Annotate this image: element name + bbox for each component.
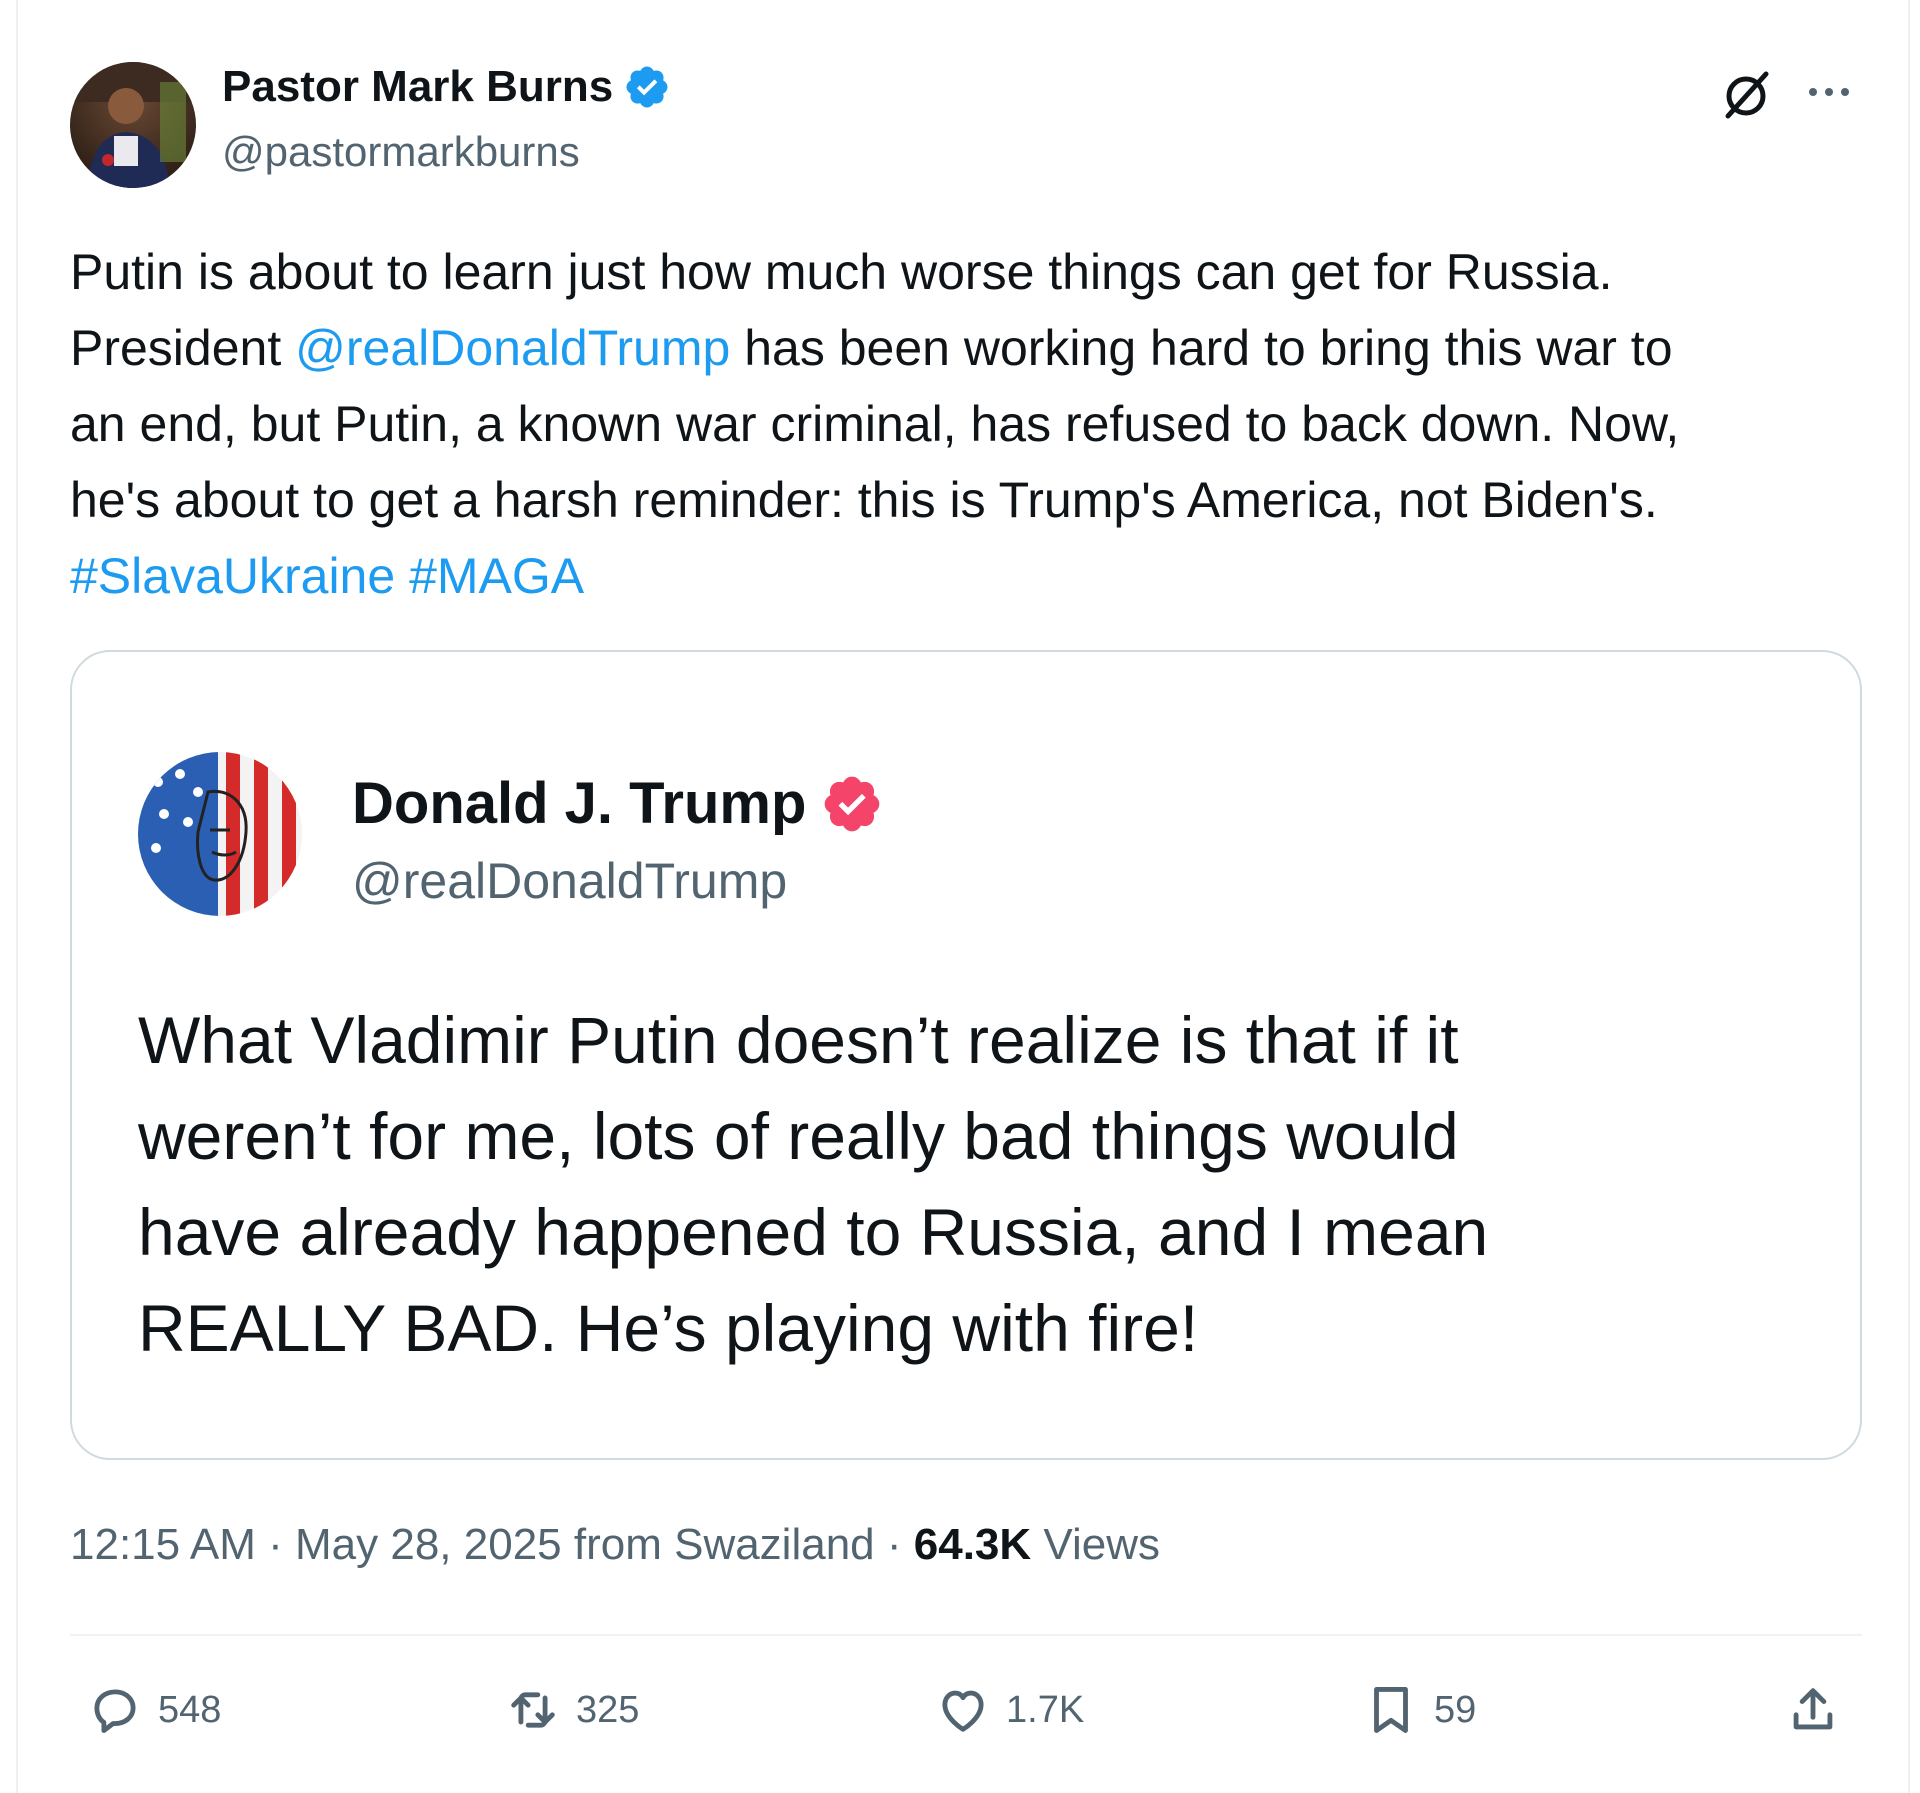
quoted-author-name-text: Donald J. Trump [352, 771, 807, 836]
author-name[interactable]: Pastor Mark Burns [222, 62, 671, 112]
like-button[interactable]: 1.7K [934, 1680, 1084, 1740]
like-icon [942, 1690, 984, 1732]
divider [70, 1634, 1862, 1636]
tweet-line: an end, but Putin, a known war criminal,… [70, 386, 1870, 462]
repost-count: 325 [576, 1688, 640, 1731]
views-label: Views [1031, 1520, 1160, 1569]
reply-icon [94, 1689, 136, 1733]
right-border [1908, 0, 1910, 1793]
tweet-line: he's about to get a harsh reminder: this… [70, 462, 1870, 538]
quoted-text-line: What Vladimir Putin doesn’t realize is t… [138, 1003, 1459, 1077]
tweet-line: Putin is about to learn just how much wo… [70, 234, 1870, 310]
quoted-text-line: REALLY BAD. He’s playing with fire! [138, 1291, 1199, 1365]
tweet-text-segment: Putin is about to learn just how much wo… [70, 244, 1613, 300]
left-border [16, 0, 18, 1793]
author-avatar[interactable] [70, 62, 196, 188]
mention-link[interactable]: @realDonaldTrump [295, 320, 730, 376]
repost-button[interactable]: 325 [504, 1680, 639, 1740]
quoted-author-avatar[interactable] [138, 752, 302, 916]
post-source: from Swaziland [561, 1520, 875, 1569]
bookmark-button[interactable]: 59 [1362, 1680, 1476, 1740]
reply-button[interactable]: 548 [86, 1680, 221, 1740]
quoted-post-card[interactable]: Donald J. Trump @realDonaldTrump What Vl… [70, 650, 1862, 1460]
post-meta: 12:15 AM · May 28, 2025 from Swaziland ·… [70, 1520, 1160, 1570]
author-handle[interactable]: @pastormarkburns [222, 128, 580, 176]
hashtag-link[interactable]: #MAGA [409, 548, 584, 604]
meta-separator: · [874, 1520, 914, 1569]
tweet-line: President @realDonaldTrump has been work… [70, 310, 1870, 386]
tweet-text-segment: President [70, 320, 296, 376]
post-time[interactable]: 12:15 AM [70, 1520, 256, 1569]
grok-icon[interactable] [1718, 66, 1774, 122]
quoted-text-line: weren’t for me, lots of really bad thing… [138, 1099, 1459, 1173]
tweet-text: Putin is about to learn just how much wo… [70, 234, 1870, 614]
meta-separator: · [255, 1520, 296, 1569]
quoted-post-text: What Vladimir Putin doesn’t realize is t… [138, 992, 1798, 1376]
reply-count: 548 [158, 1688, 222, 1731]
quoted-author-name[interactable]: Donald J. Trump [352, 770, 884, 837]
post-date[interactable]: May 28, 2025 [295, 1520, 562, 1569]
more-icon[interactable] [1800, 76, 1858, 108]
repost-icon [511, 1692, 555, 1728]
like-count: 1.7K [1006, 1688, 1085, 1731]
bookmark-count: 59 [1434, 1688, 1477, 1731]
author-name-text: Pastor Mark Burns [222, 62, 614, 111]
views-count: 64.3K [913, 1520, 1032, 1569]
share-button[interactable] [1784, 1680, 1842, 1740]
bookmark-icon [1374, 1687, 1408, 1733]
tweet-detail: Pastor Mark Burns @pastormarkburns Putin… [0, 0, 1920, 1793]
quoted-author-handle[interactable]: @realDonaldTrump [352, 852, 787, 910]
verified-badge-icon [825, 776, 880, 831]
share-icon [1793, 1688, 1833, 1730]
tweet-text-segment: he's about to get a harsh reminder: this… [70, 472, 1658, 528]
hashtag-link[interactable]: #SlavaUkraine [70, 548, 395, 604]
tweet-text-segment: has been working hard to bring this war … [730, 320, 1673, 376]
quoted-text-line: have already happened to Russia, and I m… [138, 1195, 1489, 1269]
tweet-line: #SlavaUkraine #MAGA [70, 538, 1870, 614]
tweet-text-segment: an end, but Putin, a known war criminal,… [70, 396, 1680, 452]
verified-badge-icon [626, 66, 668, 108]
tweet-text-segment [395, 548, 409, 604]
